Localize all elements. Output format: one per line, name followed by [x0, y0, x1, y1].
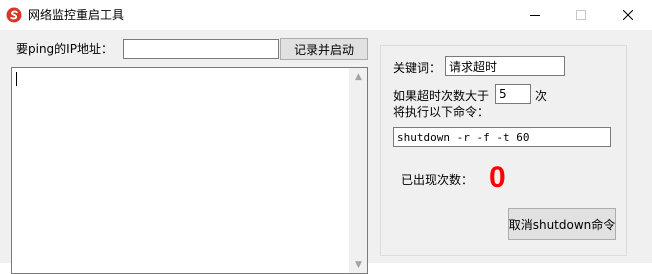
ip-address-input[interactable]	[123, 39, 279, 59]
threshold-unit-label: 次	[535, 89, 548, 103]
close-icon	[623, 10, 633, 20]
client-area: 要ping的IP地址： 记录并启动 ▲ ▼ 关键词： 如果超时次数大于 次 将执…	[0, 30, 652, 274]
log-textarea[interactable]: ▲ ▼	[11, 67, 368, 274]
maximize-button[interactable]	[558, 0, 604, 30]
occurrence-count-value: 0	[489, 161, 506, 194]
keyword-input[interactable]	[445, 56, 565, 76]
app-logo-icon	[6, 7, 22, 23]
threshold-label: 如果超时次数大于	[393, 89, 490, 103]
command-input[interactable]	[393, 127, 611, 147]
record-and-start-button[interactable]: 记录并启动	[280, 38, 368, 60]
command-label: 将执行以下命令：	[393, 105, 490, 119]
cancel-shutdown-button[interactable]: 取消shutdown命令	[508, 208, 616, 240]
occurrence-count-label: 已出现次数：	[401, 173, 474, 187]
window-title: 网络监控重启工具	[28, 8, 125, 22]
minimize-icon	[530, 15, 540, 16]
text-caret	[16, 72, 17, 86]
settings-panel: 关键词： 如果超时次数大于 次 将执行以下命令： 已出现次数： 0 取消shut…	[380, 45, 627, 256]
minimize-button[interactable]	[512, 0, 558, 30]
ip-address-label: 要ping的IP地址：	[16, 42, 113, 56]
threshold-input[interactable]	[495, 84, 531, 104]
scroll-up-icon[interactable]: ▲	[350, 68, 367, 85]
log-scrollbar[interactable]: ▲ ▼	[349, 68, 367, 273]
scroll-down-icon[interactable]: ▼	[350, 256, 367, 273]
close-button[interactable]	[604, 0, 652, 30]
title-bar: 网络监控重启工具	[0, 0, 652, 30]
keyword-label: 关键词：	[393, 61, 442, 75]
maximize-icon	[576, 10, 586, 20]
